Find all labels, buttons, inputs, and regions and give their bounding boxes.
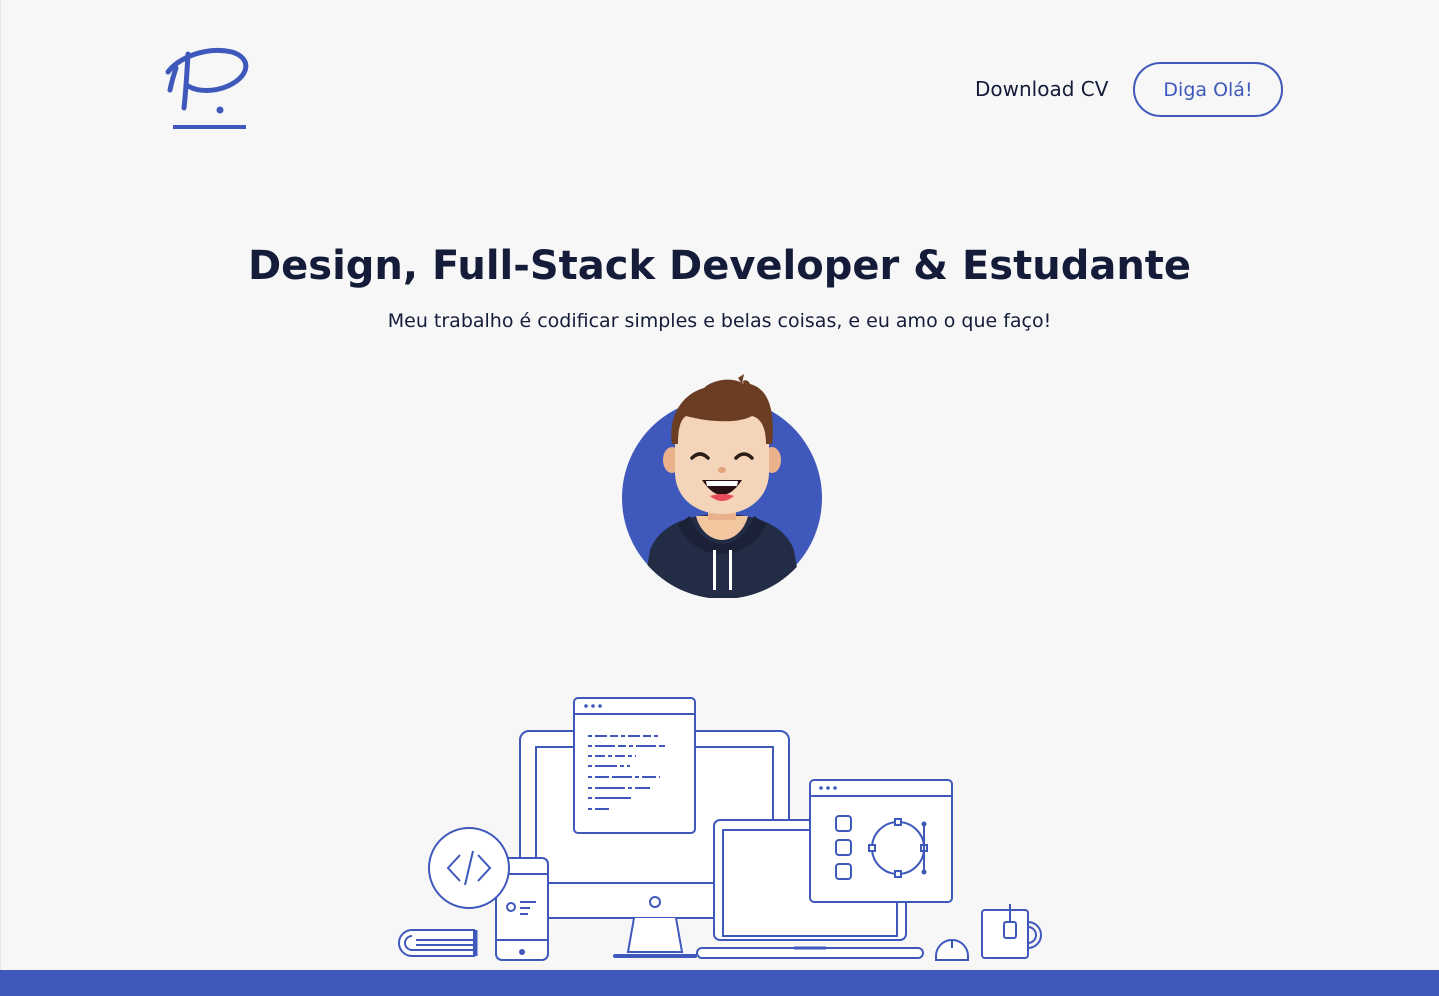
devices-illustration [390,690,1050,965]
avatar [620,374,824,598]
devices-illustration-icon [398,697,1042,961]
say-hello-label: Diga Olá! [1163,78,1253,101]
download-cv-link[interactable]: Download CV [975,74,1108,104]
developer-avatar-icon [622,374,822,598]
footer-bar [0,970,1439,996]
logo[interactable] [162,46,252,134]
hero-subtitle: Meu trabalho é codificar simples e belas… [387,310,1052,332]
signature-p-logo-icon [165,47,249,129]
say-hello-button[interactable]: Diga Olá! [1133,62,1283,117]
page-edge [0,0,1,996]
hero-title: Design, Full-Stack Developer & Estudante [247,243,1192,289]
